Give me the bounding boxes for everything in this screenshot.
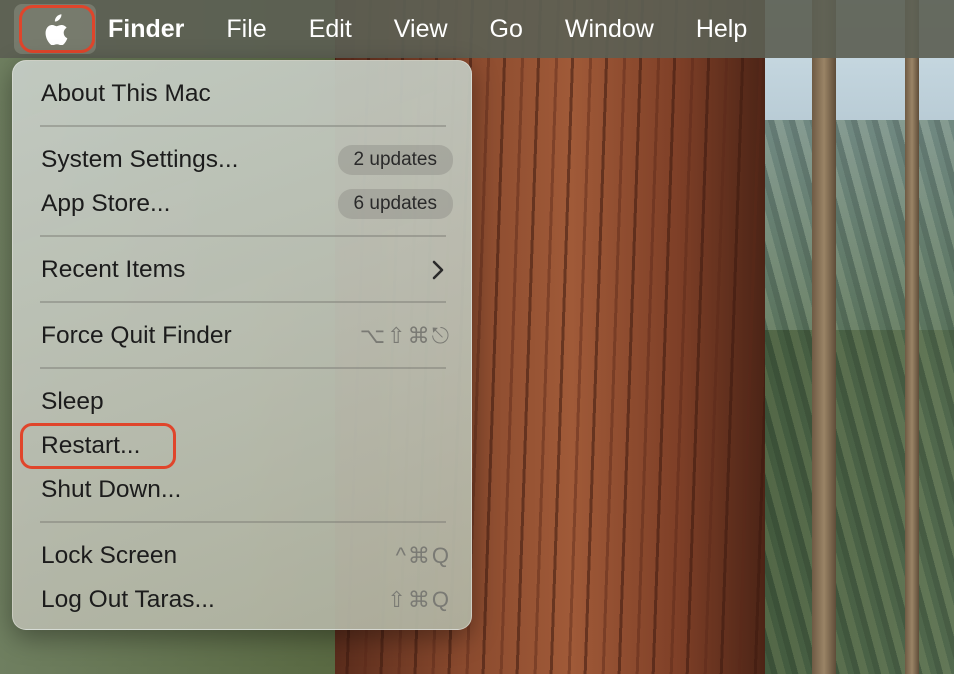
updates-badge: 2 updates [337,145,453,175]
menu-go[interactable]: Go [469,0,544,58]
menu-item-system-settings[interactable]: System Settings... 2 updates [41,140,453,180]
restart-annotation-circle [20,423,176,469]
menu-separator [40,301,446,303]
menu-item-label: Lock Screen [41,542,178,569]
apple-menu-button[interactable] [0,0,96,58]
menu-item-label: Recent Items [41,256,186,283]
keyboard-shortcut: ⌥⇧⌘⎋ [359,323,451,348]
apple-menu-annotation-circle [19,5,95,53]
menu-item-label: Sleep [41,388,104,415]
menu-item-label: App Store... [41,190,171,217]
menu-item-label: Shut Down... [41,476,182,503]
menu-item-label: About This Mac [41,80,211,107]
menu-separator [40,367,446,369]
menu-view[interactable]: View [373,0,469,58]
chevron-right-icon [432,260,444,280]
keyboard-shortcut: ⇧⌘Q [387,587,451,612]
menu-help[interactable]: Help [675,0,768,58]
wallpaper-tree [905,0,919,674]
menu-item-about-this-mac[interactable]: About This Mac [41,74,451,114]
menu-window[interactable]: Window [544,0,675,58]
menu-item-lock-screen[interactable]: Lock Screen ^⌘Q [41,536,451,576]
menu-item-label: Force Quit Finder [41,322,232,349]
menu-separator [40,125,446,127]
apple-menu-dropdown: About This Mac System Settings... 2 upda… [12,60,472,630]
menu-finder[interactable]: Finder [96,0,205,58]
menu-item-shut-down[interactable]: Shut Down... [41,470,451,510]
menu-item-label: System Settings... [41,146,239,173]
menu-item-log-out[interactable]: Log Out Taras... ⇧⌘Q [41,580,451,620]
menu-item-app-store[interactable]: App Store... 6 updates [41,184,453,224]
menu-item-sleep[interactable]: Sleep [41,382,451,422]
menu-item-recent-items[interactable]: Recent Items [41,250,451,290]
menu-edit[interactable]: Edit [288,0,373,58]
updates-badge: 6 updates [337,189,453,219]
wallpaper-tree [812,0,836,674]
menu-file[interactable]: File [205,0,287,58]
menu-separator [40,235,446,237]
menu-separator [40,521,446,523]
menu-item-force-quit[interactable]: Force Quit Finder ⌥⇧⌘⎋ [41,316,451,356]
keyboard-shortcut: ^⌘Q [395,543,451,568]
menu-item-label: Log Out Taras... [41,586,215,613]
menu-bar: Finder File Edit View Go Window Help [0,0,954,58]
